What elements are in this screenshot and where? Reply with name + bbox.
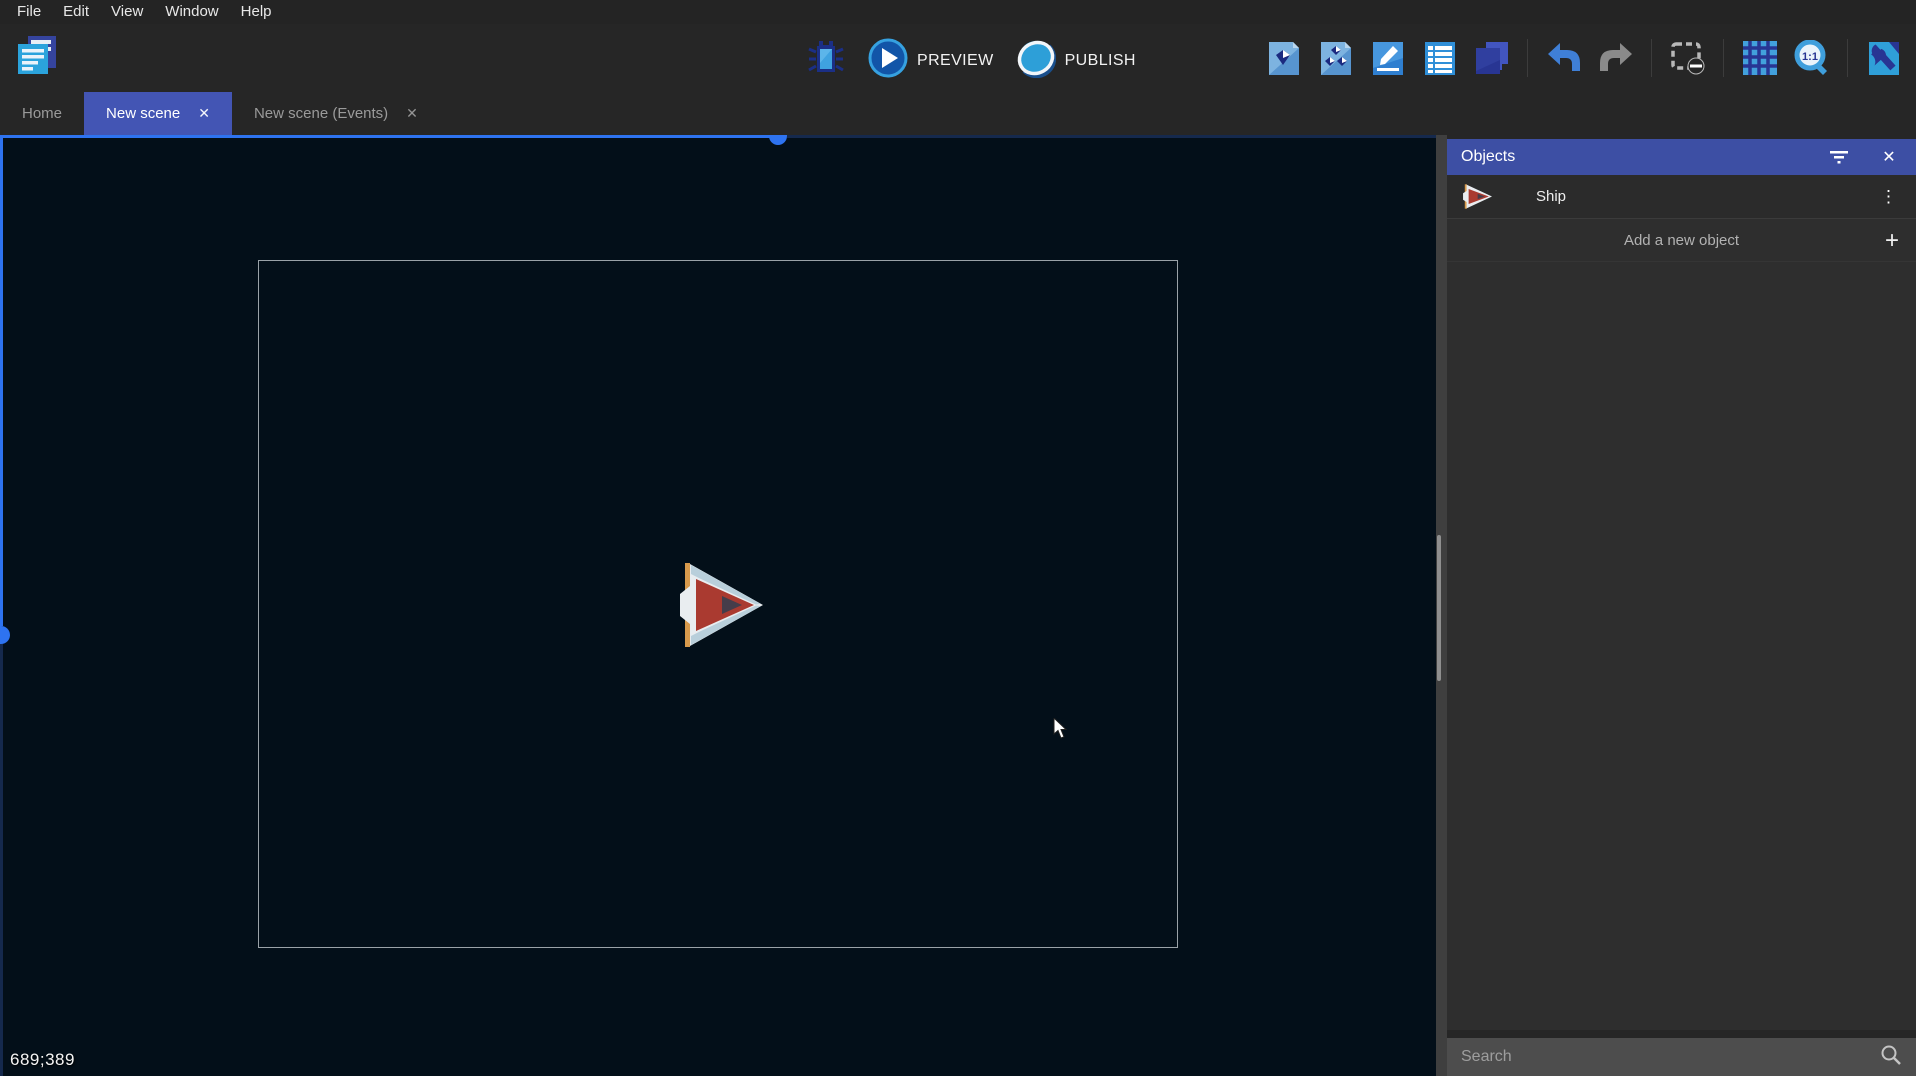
toolbar-separator xyxy=(1651,39,1652,77)
main-area: 689;389 Objects xyxy=(0,135,1916,1076)
canvas-hscroll-track xyxy=(0,135,770,138)
objects-search-bar xyxy=(1447,1038,1916,1076)
debug-bug-icon xyxy=(806,38,846,83)
instances-list-icon[interactable] xyxy=(1421,40,1458,77)
toolbar-separator xyxy=(1723,39,1724,77)
ship-instance[interactable] xyxy=(677,562,763,648)
plus-icon: + xyxy=(1885,231,1899,251)
object-groups-icon[interactable] xyxy=(1317,40,1354,77)
grid-icon[interactable] xyxy=(1741,40,1778,77)
preview-label: PREVIEW xyxy=(917,52,994,70)
editor-tab-bar: Home New scene ✕ New scene (Events) ✕ xyxy=(0,92,1916,135)
debug-button[interactable] xyxy=(806,38,846,83)
tab-scene-close-icon[interactable]: ✕ xyxy=(198,105,210,122)
menu-view[interactable]: View xyxy=(100,0,154,24)
toolbar-separator xyxy=(1527,39,1528,77)
editor-settings-icon[interactable] xyxy=(1865,40,1902,77)
panel-close-icon[interactable]: ✕ xyxy=(1876,144,1902,170)
project-manager-icon[interactable] xyxy=(14,32,60,78)
render-mask-icon[interactable] xyxy=(1669,40,1706,77)
properties-icon[interactable] xyxy=(1369,40,1406,77)
tab-scene-events-close-icon[interactable]: ✕ xyxy=(406,105,418,122)
play-circle-icon xyxy=(868,38,908,83)
toolbar-center-group: PREVIEW PUBLISH xyxy=(806,38,1158,83)
canvas-vscroll-handle[interactable] xyxy=(0,626,10,644)
layers-icon[interactable] xyxy=(1473,40,1510,77)
add-new-object-label: Add a new object xyxy=(1624,232,1739,249)
menu-bar: File Edit View Window Help xyxy=(0,0,1916,24)
object-options-icon[interactable]: ⋮ xyxy=(1862,187,1916,207)
menu-edit[interactable]: Edit xyxy=(52,0,100,24)
search-icon xyxy=(1880,1044,1902,1071)
object-row-ship[interactable]: Ship ⋮ xyxy=(1447,175,1916,219)
objects-search-input[interactable] xyxy=(1461,1048,1880,1066)
mouse-cursor xyxy=(1053,718,1069,740)
objects-panel-header: Objects ✕ xyxy=(1447,139,1916,175)
tab-scene-events[interactable]: New scene (Events) ✕ xyxy=(232,92,440,135)
tab-scene[interactable]: New scene ✕ xyxy=(84,92,232,135)
object-name-label: Ship xyxy=(1536,188,1862,205)
publish-button[interactable]: PUBLISH xyxy=(1016,38,1136,83)
toolbar-right-group: 1:1 xyxy=(1265,39,1902,77)
canvas-vscroll-track-rest xyxy=(0,644,3,1076)
cursor-coordinates: 689;389 xyxy=(10,1050,75,1070)
menu-window[interactable]: Window xyxy=(154,0,229,24)
tab-home-label: Home xyxy=(22,105,62,122)
gdevelop-window: File Edit View Window Help xyxy=(0,0,1916,1076)
publish-label: PUBLISH xyxy=(1065,52,1136,70)
publish-globe-icon xyxy=(1016,38,1056,83)
canvas-hscroll-track-rest xyxy=(787,135,1436,138)
zoom-ratio-text: 1:1 xyxy=(1802,51,1818,63)
main-toolbar: PREVIEW PUBLISH xyxy=(0,24,1916,92)
canvas-hscroll-handle[interactable] xyxy=(769,135,787,145)
objects-editor-icon[interactable] xyxy=(1265,40,1302,77)
panel-divider[interactable] xyxy=(1436,135,1447,1076)
scene-canvas[interactable]: 689;389 xyxy=(0,135,1436,1076)
redo-icon[interactable] xyxy=(1597,40,1634,77)
ship-thumbnail-icon xyxy=(1462,184,1492,209)
preview-button[interactable]: PREVIEW xyxy=(868,38,994,83)
add-new-object-button[interactable]: Add a new object + xyxy=(1447,220,1916,262)
toolbar-separator xyxy=(1847,39,1848,77)
menu-help[interactable]: Help xyxy=(230,0,283,24)
search-top-gap xyxy=(1447,1030,1916,1038)
tab-scene-events-label: New scene (Events) xyxy=(254,105,388,122)
undo-icon[interactable] xyxy=(1545,40,1582,77)
canvas-vscroll-track xyxy=(0,135,3,626)
tab-scene-label: New scene xyxy=(106,105,180,122)
tab-home[interactable]: Home xyxy=(0,92,84,135)
objects-panel-title: Objects xyxy=(1461,148,1826,166)
objects-panel: Objects ✕ xyxy=(1447,135,1916,1076)
divider-scrollbar-thumb[interactable] xyxy=(1437,535,1441,681)
filter-icon[interactable] xyxy=(1826,144,1852,170)
zoom-original-icon[interactable]: 1:1 xyxy=(1793,40,1830,77)
menu-file[interactable]: File xyxy=(6,0,52,24)
